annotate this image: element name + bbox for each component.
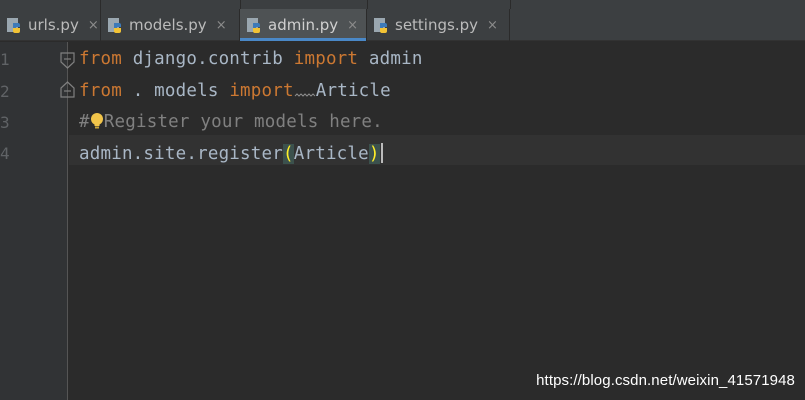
fold-start-icon[interactable]	[59, 52, 76, 69]
argument: Article	[293, 144, 369, 164]
tab-label: models.py	[129, 16, 207, 34]
keyword-from: from	[79, 81, 122, 101]
keyword-from: from	[79, 49, 122, 69]
tab-label: urls.py	[28, 16, 79, 34]
keyword-import: import	[229, 81, 294, 101]
python-file-icon	[7, 17, 20, 33]
line-number: 3	[0, 113, 10, 132]
close-paren: )	[368, 144, 380, 164]
close-icon[interactable]: ×	[216, 19, 227, 32]
python-file-icon	[108, 17, 121, 33]
code-line-1[interactable]: from django.contrib import admin	[79, 49, 423, 69]
tab-settings-py[interactable]: settings.py ×	[367, 9, 510, 41]
code-line-4[interactable]: admin.site.register(Article)	[79, 143, 383, 164]
function-call: admin.site.register	[79, 144, 283, 164]
code-editor[interactable]: 1 2 3 4 from django.contrib import admin…	[0, 42, 805, 400]
open-paren: (	[282, 144, 294, 164]
import-name: admin	[358, 49, 423, 69]
comment-text: Register your models here.	[103, 112, 383, 132]
watermark: https://blog.csdn.net/weixin_41571948	[536, 372, 795, 389]
close-icon[interactable]: ×	[347, 19, 358, 32]
code-line-3[interactable]: # Register your models here.	[79, 112, 383, 132]
line-number: 2	[0, 82, 10, 101]
python-file-icon	[247, 17, 260, 33]
tab-urls-py[interactable]: urls.py ×	[0, 9, 101, 41]
close-icon[interactable]: ×	[88, 19, 99, 32]
ide-window: urls.py × models.py × admin.py × setting…	[0, 0, 805, 400]
warning-squiggle-icon	[294, 93, 316, 97]
keyword-import: import	[293, 49, 359, 69]
text-caret	[380, 143, 383, 163]
editor-gutter: 1 2 3 4	[0, 42, 68, 400]
lightbulb-icon[interactable]	[90, 112, 104, 130]
tab-label: settings.py	[395, 16, 478, 34]
tab-models-py[interactable]: models.py ×	[101, 9, 240, 41]
module-name: . models	[121, 81, 230, 101]
line-number: 1	[0, 50, 10, 69]
comment-hash: #	[79, 112, 90, 132]
tab-admin-py[interactable]: admin.py ×	[240, 9, 367, 41]
tab-label: admin.py	[268, 16, 339, 34]
top-strip	[0, 0, 805, 9]
line-number: 4	[0, 144, 10, 163]
editor-tab-bar: urls.py × models.py × admin.py × setting…	[0, 9, 805, 41]
code-line-2[interactable]: from . models import Article	[79, 81, 391, 101]
module-name: django.contrib	[121, 49, 294, 69]
import-name: Article	[315, 81, 391, 101]
close-icon[interactable]: ×	[487, 19, 498, 32]
fold-end-icon[interactable]	[59, 81, 76, 98]
python-file-icon	[374, 17, 387, 33]
